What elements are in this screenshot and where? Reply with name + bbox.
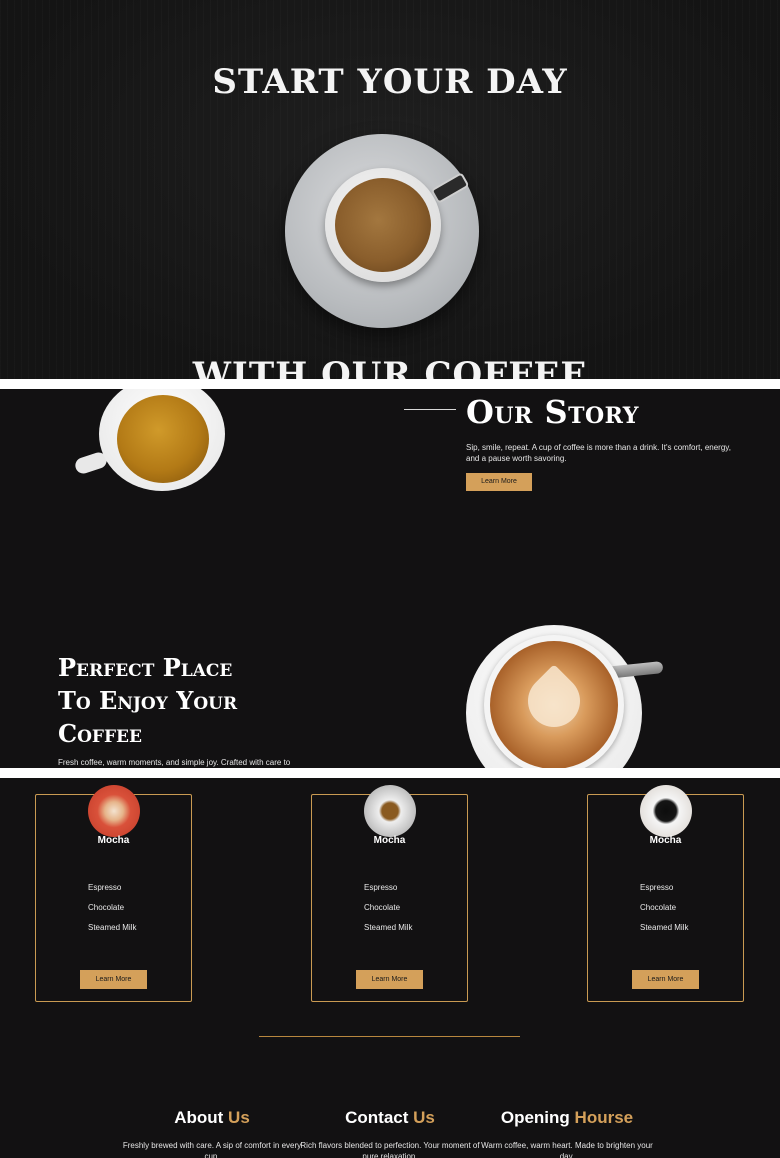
card-ingredient: Chocolate: [88, 903, 125, 912]
story-learn-more-button[interactable]: Learn More: [466, 473, 532, 491]
footer-about-text: Freshly brewed with care. A sip of comfo…: [122, 1141, 302, 1158]
card-ingredients: Espresso Chocolate Steamed Milk: [640, 883, 688, 943]
perfect-title-line-3: Coffee: [58, 719, 142, 748]
footer-hours-text: Warm coffee, warm heart. Made to brighte…: [481, 1141, 653, 1158]
card-learn-more-button[interactable]: Learn More: [356, 970, 423, 989]
perfect-title-line-1: Perfect Place: [58, 653, 233, 682]
footer-about: About Us Freshly brewed with care. A sip…: [122, 1108, 302, 1158]
footer-divider-line: [259, 1036, 520, 1037]
card-ingredient: Espresso: [88, 883, 122, 892]
hero-title-top: START YOUR DAY: [212, 62, 568, 102]
menu-section: Mocha Espresso Chocolate Steamed Milk Le…: [0, 778, 780, 1158]
card-ingredients: Espresso Chocolate Steamed Milk: [88, 883, 136, 943]
card-ingredient: Steamed Milk: [88, 923, 137, 932]
footer-about-title-accent: Us: [228, 1108, 250, 1127]
footer-contact-title-main: Contact: [345, 1108, 409, 1127]
card-ingredient: Steamed Milk: [364, 923, 413, 932]
story-title: Our Story: [466, 393, 639, 431]
espresso-surface-image: [117, 395, 209, 483]
footer-about-title-main: About: [174, 1108, 224, 1127]
perfect-place-text: Fresh coffee, warm moments, and simple j…: [58, 758, 291, 767]
card-name: Mocha: [649, 835, 682, 846]
red-cup-icon: [87, 785, 140, 837]
black-coffee-cup-icon: [639, 785, 692, 837]
footer-contact-title: Contact Us: [300, 1108, 480, 1128]
grey-cup-icon: [363, 785, 416, 837]
card-learn-more-button[interactable]: Learn More: [632, 970, 699, 989]
card-learn-more-button[interactable]: Learn More: [80, 970, 147, 989]
card-ingredient: Chocolate: [640, 903, 677, 912]
hero-title-bottom: WITH OUR COFFEE: [192, 355, 588, 379]
menu-card: Mocha Espresso Chocolate Steamed Milk Le…: [311, 785, 468, 1002]
menu-card: Mocha Espresso Chocolate Steamed Milk Le…: [35, 785, 192, 1002]
coffee-surface-image: [335, 178, 431, 272]
footer-hours-title-accent: Hourse: [574, 1108, 634, 1127]
card-ingredient: Steamed Milk: [640, 923, 689, 932]
story-section: Our Story Sip, smile, repeat. A cup of c…: [0, 389, 780, 768]
footer-contact-text: Rich flavors blended to perfection. Your…: [300, 1141, 480, 1158]
story-text: Sip, smile, repeat. A cup of coffee is m…: [466, 443, 731, 463]
card-name: Mocha: [373, 835, 406, 846]
perfect-place-title: Perfect Place To Enjoy Your Coffee: [58, 651, 318, 750]
footer-contact: Contact Us Rich flavors blended to perfe…: [300, 1108, 480, 1158]
footer-about-title: About Us: [122, 1108, 302, 1128]
card-name: Mocha: [97, 835, 130, 846]
card-ingredient: Chocolate: [364, 903, 401, 912]
footer-hours: Opening Hourse Warm coffee, warm heart. …: [477, 1108, 657, 1158]
footer-contact-title-accent: Us: [413, 1108, 435, 1127]
footer-hours-title: Opening Hourse: [477, 1108, 657, 1128]
card-ingredient: Espresso: [640, 883, 674, 892]
section-divider: [0, 768, 780, 778]
section-divider: [0, 379, 780, 389]
menu-card: Mocha Espresso Chocolate Steamed Milk Le…: [587, 785, 744, 1002]
card-ingredients: Espresso Chocolate Steamed Milk: [364, 883, 412, 943]
footer-hours-title-main: Opening: [500, 1108, 570, 1127]
story-title-line: [404, 409, 456, 410]
perfect-title-line-2: To Enjoy Your: [58, 686, 238, 715]
hero-section: START YOUR DAY WITH OUR COFFEE: [0, 0, 780, 379]
card-ingredient: Espresso: [364, 883, 398, 892]
